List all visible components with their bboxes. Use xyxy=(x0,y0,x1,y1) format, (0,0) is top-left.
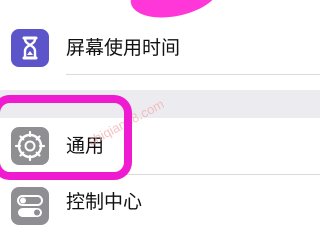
divider xyxy=(66,74,320,75)
highlight-box xyxy=(0,95,132,180)
settings-row-label: 屏幕使用时间 xyxy=(66,37,181,59)
settings-row-screen-time[interactable]: 屏幕使用时间 xyxy=(0,18,320,75)
hourglass-icon xyxy=(11,29,49,67)
settings-row-label: 控制中心 xyxy=(66,191,143,213)
settings-row-control-center[interactable]: 控制中心 xyxy=(0,178,320,235)
settings-screen: 屏幕使用时间 通用 控制中心 shiqian88.com xyxy=(0,0,320,240)
bottom-mask xyxy=(0,228,320,240)
toggle-icon xyxy=(11,187,49,225)
